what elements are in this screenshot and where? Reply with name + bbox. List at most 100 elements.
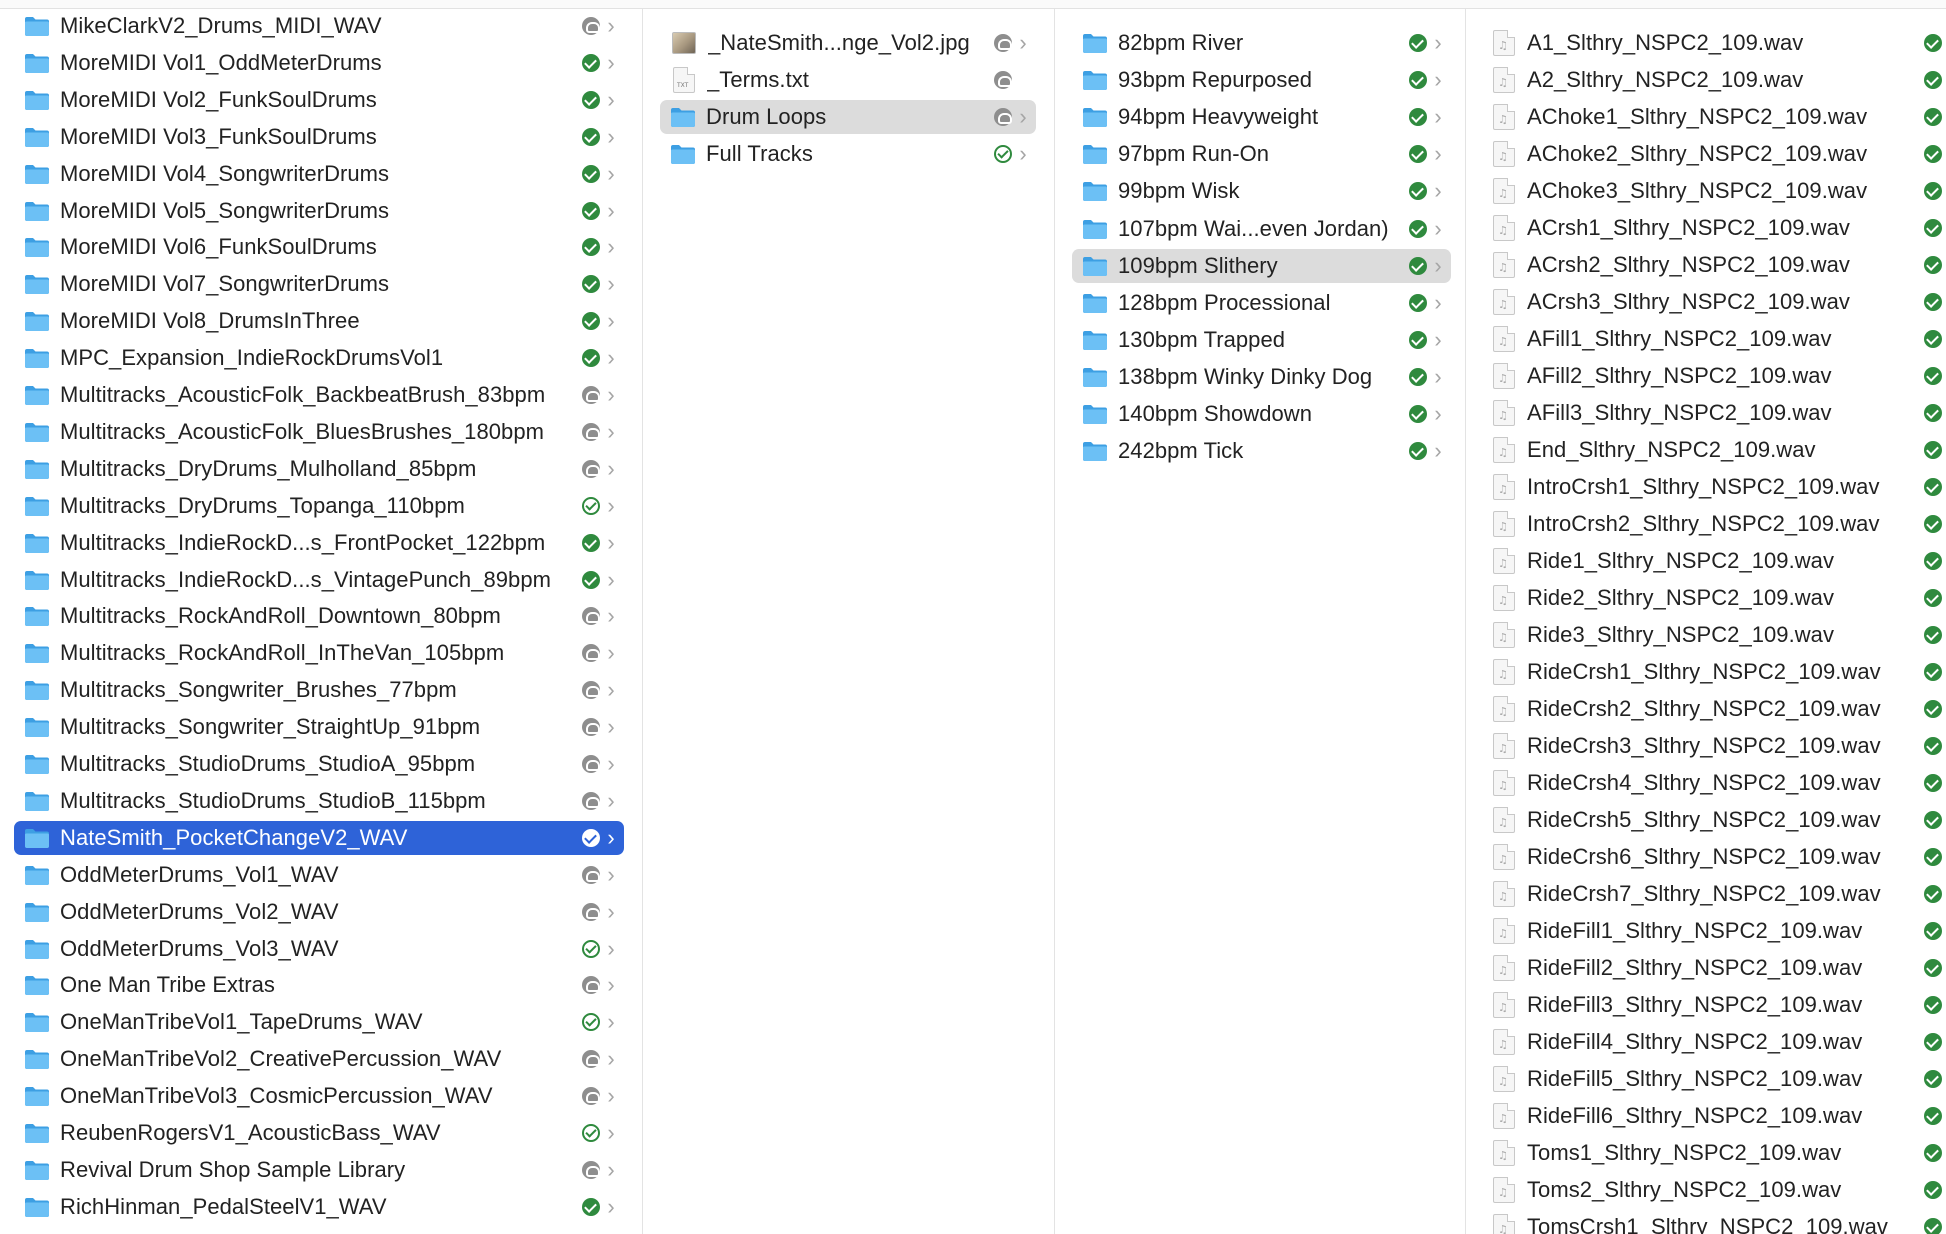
folder-row[interactable]: MoreMIDI Vol2_FunkSoulDrums › [14,83,624,117]
folder-row[interactable]: Multitracks_DryDrums_Topanga_110bpm › [14,489,624,523]
folder-row[interactable]: 94bpm Heavyweight › [1072,100,1451,134]
folder-icon [24,310,50,332]
folder-row[interactable]: RichHinman_PedalSteelV1_WAV › [14,1190,624,1224]
file-row[interactable]: ♫ TomsCrsh1_Slthry_NSPC2_109.wav [1480,1210,1946,1234]
folder-row[interactable]: OddMeterDrums_Vol2_WAV › [14,895,624,929]
file-row[interactable]: ♫ AChoke1_Slthry_NSPC2_109.wav [1480,100,1946,134]
folder-row[interactable]: OneManTribeVol3_CosmicPercussion_WAV › [14,1079,624,1113]
file-row[interactable]: ♫ RideFill5_Slthry_NSPC2_109.wav [1480,1062,1946,1096]
folder-row[interactable]: MikeClarkV2_Drums_MIDI_WAV › [14,9,624,43]
folder-row[interactable]: Revival Drum Shop Sample Library › [14,1153,624,1187]
folder-row[interactable]: 130bpm Trapped › [1072,323,1451,357]
folder-row[interactable]: 138bpm Winky Dinky Dog › [1072,360,1451,394]
folder-row[interactable]: OneManTribeVol2_CreativePercussion_WAV › [14,1042,624,1076]
file-row[interactable]: ♫ Toms1_Slthry_NSPC2_109.wav [1480,1136,1946,1170]
browser-column-4[interactable]: ♫ A1_Slthry_NSPC2_109.wav ♫ A2_Slthry_NSPC2… [1466,9,1946,1234]
file-row[interactable]: _NateSmith...nge_Vol2.jpg › [660,26,1036,60]
item-name: MoreMIDI Vol3_FunkSoulDrums [60,123,377,149]
folder-row[interactable]: OneManTribeVol1_TapeDrums_WAV › [14,1005,624,1039]
file-row[interactable]: ♫ ACrsh1_Slthry_NSPC2_109.wav [1480,211,1946,245]
folder-row[interactable]: Multitracks_IndieRockD...s_VintagePunch_… [14,563,624,597]
file-row[interactable]: ♫ Ride2_Slthry_NSPC2_109.wav [1480,581,1946,615]
folder-row[interactable]: 93bpm Repurposed › [1072,63,1451,97]
folder-row[interactable]: Multitracks_RockAndRoll_InTheVan_105bpm › [14,636,624,670]
file-row[interactable]: ♫ IntroCrsh1_Slthry_NSPC2_109.wav [1480,470,1946,504]
folder-row[interactable]: Multitracks_IndieRockD...s_FrontPocket_1… [14,526,624,560]
file-row[interactable]: ♫ Toms2_Slthry_NSPC2_109.wav [1480,1173,1946,1207]
folder-row[interactable]: Multitracks_RockAndRoll_Downtown_80bpm › [14,599,624,633]
folder-row[interactable]: 107bpm Wai...even Jordan) › [1072,212,1451,246]
folder-row[interactable]: 109bpm Slithery › [1072,248,1451,283]
file-row[interactable]: ♫ RideCrsh3_Slthry_NSPC2_109.wav [1480,729,1946,763]
browser-column-1[interactable]: MikeClarkV2_Drums_MIDI_WAV › MoreMIDI Vol1… [0,9,643,1234]
synced-check-icon [1924,34,1942,52]
folder-row[interactable]: Drum Loops › [660,100,1036,135]
file-row[interactable]: ♫ Ride3_Slthry_NSPC2_109.wav [1480,618,1946,652]
cloud-icon [582,791,600,810]
folder-row[interactable]: MoreMIDI Vol5_SongwriterDrums › [14,194,624,228]
file-row[interactable]: ♫ End_Slthry_NSPC2_109.wav [1480,433,1946,467]
item-name: 99bpm Wisk [1118,178,1240,204]
file-row[interactable]: ♫ RideCrsh5_Slthry_NSPC2_109.wav [1480,803,1946,837]
folder-row[interactable]: Multitracks_AcousticFolk_BluesBrushes_18… [14,415,624,449]
file-row[interactable]: ♫ A1_Slthry_NSPC2_109.wav [1480,26,1946,60]
folder-row[interactable]: 97bpm Run-On › [1072,137,1451,171]
file-row[interactable]: ♫ RideFill1_Slthry_NSPC2_109.wav [1480,914,1946,948]
folder-row[interactable]: 242bpm Tick › [1072,434,1451,468]
synced-check-icon [582,828,600,847]
folder-row[interactable]: Multitracks_StudioDrums_StudioB_115bpm › [14,784,624,818]
folder-row[interactable]: Multitracks_StudioDrums_StudioA_95bpm › [14,747,624,781]
file-row[interactable]: ♫ RideFill6_Slthry_NSPC2_109.wav [1480,1099,1946,1133]
folder-icon [1082,218,1108,240]
folder-row[interactable]: 128bpm Processional › [1072,286,1451,320]
folder-row[interactable]: OddMeterDrums_Vol3_WAV › [14,932,624,966]
folder-row[interactable]: MoreMIDI Vol4_SongwriterDrums › [14,157,624,191]
file-row[interactable]: ♫ RideFill3_Slthry_NSPC2_109.wav [1480,988,1946,1022]
file-row[interactable]: ♫ AFill2_Slthry_NSPC2_109.wav [1480,359,1946,393]
file-row[interactable]: ♫ IntroCrsh2_Slthry_NSPC2_109.wav [1480,507,1946,541]
file-row[interactable]: ♫ RideFill2_Slthry_NSPC2_109.wav [1480,951,1946,985]
folder-row[interactable]: Multitracks_AcousticFolk_BackbeatBrush_8… [14,378,624,412]
browser-column-3[interactable]: 82bpm River › 93bpm Repurposed › 94bpm Heavy… [1055,9,1466,1234]
file-row[interactable]: ♫ AFill1_Slthry_NSPC2_109.wav [1480,322,1946,356]
folder-row[interactable]: MoreMIDI Vol8_DrumsInThree › [14,304,624,338]
cloud-icon [582,718,600,737]
folder-row[interactable]: 99bpm Wisk › [1072,174,1451,208]
file-row[interactable]: ♫ ACrsh2_Slthry_NSPC2_109.wav [1480,248,1946,282]
file-row[interactable]: ♫ AChoke3_Slthry_NSPC2_109.wav [1480,174,1946,208]
file-row[interactable]: ♫ RideCrsh6_Slthry_NSPC2_109.wav [1480,840,1946,874]
folder-row[interactable]: ReubenRogersV1_AcousticBass_WAV › [14,1116,624,1150]
folder-row[interactable]: One Man Tribe Extras › [14,968,624,1002]
folder-row[interactable]: Multitracks_Songwriter_Brushes_77bpm › [14,673,624,707]
file-row[interactable]: ♫ AFill3_Slthry_NSPC2_109.wav [1480,396,1946,430]
folder-row[interactable]: Multitracks_DryDrums_Mulholland_85bpm › [14,452,624,486]
folder-row[interactable]: › [14,1227,624,1234]
file-row[interactable]: TXT _Terms.txt [660,63,1036,97]
folder-row[interactable]: Full Tracks › [660,137,1036,171]
folder-row[interactable]: MPC_Expansion_IndieRockDrumsVol1 › [14,341,624,375]
folder-row[interactable]: MoreMIDI Vol7_SongwriterDrums › [14,267,624,301]
folder-row[interactable]: Multitracks_Songwriter_StraightUp_91bpm › [14,710,624,744]
folder-row[interactable]: MoreMIDI Vol3_FunkSoulDrums › [14,120,624,154]
file-row[interactable]: ♫ RideCrsh7_Slthry_NSPC2_109.wav [1480,877,1946,911]
cloud-icon [582,607,600,626]
file-row[interactable]: ♫ A2_Slthry_NSPC2_109.wav [1480,63,1946,97]
item-name: Multitracks_IndieRockD...s_FrontPocket_1… [60,529,546,555]
file-row[interactable]: ♫ ACrsh3_Slthry_NSPC2_109.wav [1480,285,1946,319]
folder-row[interactable]: MoreMIDI Vol1_OddMeterDrums › [14,46,624,80]
file-row[interactable]: ♫ RideFill4_Slthry_NSPC2_109.wav [1480,1025,1946,1059]
folder-row[interactable]: MoreMIDI Vol6_FunkSoulDrums › [14,230,624,264]
folder-row[interactable]: 82bpm River › [1072,26,1451,60]
file-row[interactable]: ♫ Ride1_Slthry_NSPC2_109.wav [1480,544,1946,578]
file-row[interactable]: ♫ RideCrsh1_Slthry_NSPC2_109.wav [1480,655,1946,689]
file-row[interactable]: ♫ AChoke2_Slthry_NSPC2_109.wav [1480,137,1946,171]
folder-icon [1082,69,1108,91]
folder-row[interactable]: OddMeterDrums_Vol1_WAV › [14,858,624,892]
file-row[interactable]: ♫ RideCrsh2_Slthry_NSPC2_109.wav [1480,692,1946,726]
folder-row[interactable]: NateSmith_PocketChangeV2_WAV › [14,820,624,855]
downloading-check-icon [582,496,600,515]
browser-column-2[interactable]: _NateSmith...nge_Vol2.jpg › TXT _Terms.txt D… [643,9,1055,1234]
file-row[interactable]: ♫ RideCrsh4_Slthry_NSPC2_109.wav [1480,766,1946,800]
folder-row[interactable]: 140bpm Showdown › [1072,397,1451,431]
folder-icon [24,421,50,443]
